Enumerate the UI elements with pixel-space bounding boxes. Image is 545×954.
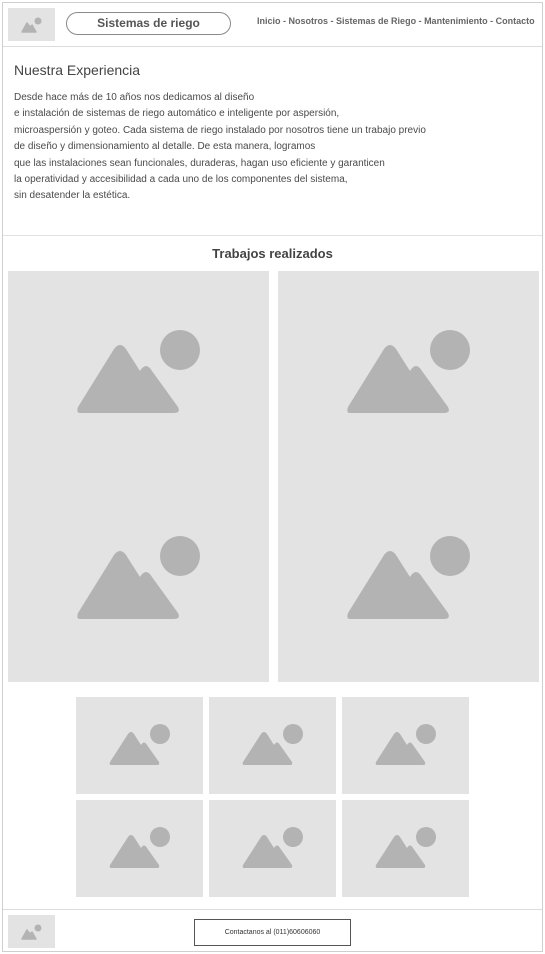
image-placeholder-icon — [76, 535, 200, 619]
nav-nosotros[interactable]: Nosotros — [289, 16, 329, 26]
gallery-thumb[interactable] — [342, 800, 469, 897]
image-placeholder-icon — [346, 329, 470, 413]
nav-mantenimiento[interactable]: Mantenimiento — [424, 16, 488, 26]
gallery-thumb[interactable] — [209, 697, 336, 794]
nav-separator: - — [416, 16, 425, 26]
nav-separator: - — [328, 16, 337, 26]
image-placeholder-icon — [20, 17, 41, 33]
gallery-image[interactable] — [8, 477, 269, 682]
logo[interactable] — [8, 8, 55, 41]
brand-title[interactable]: Sistemas de riego — [66, 12, 231, 35]
gallery-thumb[interactable] — [209, 800, 336, 897]
works-title: Trabajos realizados — [212, 246, 333, 261]
image-placeholder-icon — [375, 826, 436, 868]
image-placeholder-icon — [242, 723, 303, 765]
text-line: de diseño y dimensionamiento al detalle.… — [14, 141, 316, 153]
text-line: Desde hace más de 10 años nos dedicamos … — [14, 92, 255, 103]
image-placeholder-icon — [242, 826, 303, 868]
header: Sistemas de riego Inicio - Nosotros - Si… — [3, 3, 542, 47]
image-placeholder-icon — [76, 329, 200, 413]
gallery-thumb[interactable] — [76, 697, 203, 794]
image-placeholder-icon — [20, 924, 41, 940]
gallery-image[interactable] — [278, 271, 539, 476]
gallery-column-right — [278, 271, 539, 682]
contact-button[interactable]: Contactanos al (011)60606060 — [194, 919, 351, 946]
text-line: que las instalaciones sean funcionales, … — [14, 157, 385, 169]
nav-separator: - — [280, 16, 289, 26]
image-placeholder-icon — [375, 723, 436, 765]
image-placeholder-icon — [109, 723, 170, 765]
nav-inicio[interactable]: Inicio — [257, 16, 281, 26]
page-frame: Sistemas de riego Inicio - Nosotros - Si… — [2, 2, 543, 952]
image-placeholder-icon — [109, 826, 170, 868]
nav-contacto[interactable]: Contacto — [496, 16, 535, 26]
section-title: Nuestra Experiencia — [14, 62, 141, 78]
gallery-thumb[interactable] — [342, 697, 469, 794]
footer-logo[interactable] — [8, 915, 55, 948]
text-line: e instalación de sistemas de riego autom… — [14, 108, 340, 120]
experience-section: Nuestra Experiencia Desde hace más de 10… — [3, 48, 542, 236]
gallery-column-left — [8, 271, 269, 682]
gallery-image[interactable] — [8, 271, 269, 476]
main-nav: Inicio - Nosotros - Sistemas de Riego - … — [257, 16, 535, 26]
image-placeholder-icon — [346, 535, 470, 619]
text-line: sin desatender la estética. — [14, 190, 131, 202]
experience-text: Desde hace más de 10 años nos dedicamos … — [14, 90, 534, 205]
gallery-thumb[interactable] — [76, 800, 203, 897]
nav-separator: - — [487, 16, 496, 26]
footer: Contactanos al (011)60606060 — [3, 909, 542, 953]
text-line: la operatividad y accesibilidad a cada u… — [14, 174, 348, 186]
nav-sistemas-de-riego[interactable]: Sistemas de Riego — [336, 16, 416, 26]
gallery-image[interactable] — [278, 477, 539, 682]
text-line: microaspersión y goteo. Cada sistema de … — [14, 124, 426, 136]
